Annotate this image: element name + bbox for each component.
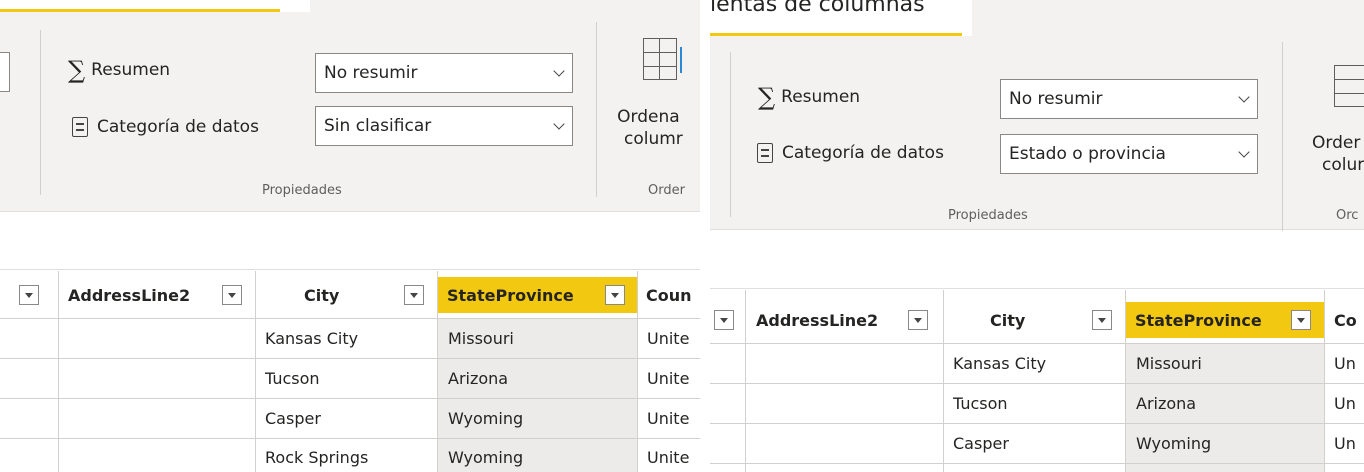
filter-dropdown-icon[interactable] [222,285,242,305]
column-header-addressline2[interactable]: AddressLine2 [68,281,190,309]
sigma-icon: ∑ [758,83,776,111]
data-category-label: Categoría de datos [782,143,944,163]
data-category-dropdown[interactable]: Sin clasificar [315,106,573,146]
formula-bar[interactable] [710,231,1364,289]
column-header-city[interactable]: City [990,306,1025,334]
filter-dropdown-icon[interactable] [908,310,928,330]
table-cell-state[interactable]: Missouri [1126,344,1324,383]
properties-group-label: Propiedades [948,208,1028,223]
group-separator [730,52,731,217]
table-cell-city[interactable]: Kansas City [255,319,437,358]
filter-dropdown-icon[interactable] [19,285,39,305]
table-cell-country[interactable]: Un [1324,344,1364,383]
table-cell-state[interactable]: Wyoming [438,399,637,438]
summary-dropdown[interactable]: No resumir [315,53,573,93]
sort-by-column-label[interactable]: Ordena columr [614,106,683,150]
group-separator [40,30,41,195]
chevron-down-icon [1238,146,1250,158]
data-category-dropdown-value: Sin clasificar [324,116,432,136]
sort-by-column-label[interactable]: Order colur [1312,132,1364,176]
filter-dropdown-icon[interactable] [1291,310,1311,330]
sort-by-column-icon[interactable] [643,38,682,80]
column-header-country[interactable]: Co [1334,306,1357,334]
sort-label-line1: Order [1312,133,1361,153]
table-cell-city[interactable]: Tucson [943,384,1125,423]
data-table: AddressLine2 City StateProvince Coun Kan… [0,271,700,472]
properties-group-label: Propiedades [262,183,342,198]
table-cell-country[interactable]: Unite [637,359,700,398]
sigma-icon: ∑ [68,56,86,84]
column-header-city[interactable]: City [304,281,339,309]
table-cell-city[interactable]: Kansas City [943,344,1125,383]
data-category-icon [72,117,88,137]
table-cell-state[interactable]: Arizona [1126,384,1324,423]
table-cell-country[interactable]: Unite [637,439,700,472]
filter-dropdown-icon[interactable] [404,285,424,305]
filter-dropdown-icon[interactable] [605,285,625,305]
table-cell-country[interactable]: Unite [637,319,700,358]
data-table: AddressLine2 City StateProvince Co Kansa… [710,290,1364,472]
chevron-down-icon [553,118,565,130]
summary-dropdown-value: No resumir [324,63,418,83]
sort-group-label: Orc [1336,208,1359,223]
table-cell-city[interactable]: Casper [943,424,1125,463]
column-header-country[interactable]: Coun [646,281,692,309]
chevron-down-icon [553,65,565,77]
summary-row: ∑ Resumen [758,85,860,109]
table-cell-state[interactable]: Missouri [438,319,637,358]
left-screenshot-panel: ∑ Resumen No resumir Categoría de datos … [0,0,700,472]
data-category-dropdown[interactable]: Estado o provincia [1000,134,1258,174]
table-cell-city[interactable]: Rock Springs [255,439,437,472]
sort-group-label: Order [648,183,685,198]
sort-label-line1: Ordena [617,107,680,127]
ribbon-tab-column-tools[interactable]: ientas de columnas [710,0,925,16]
summary-dropdown-value: No resumir [1009,89,1103,109]
active-tab-indicator [710,33,962,36]
table-cell-country[interactable]: Un [1324,384,1364,423]
table-cell-state[interactable]: Arizona [438,359,637,398]
active-tab-indicator [0,9,280,12]
table-cell-country[interactable]: Un [1324,424,1364,463]
filter-dropdown-icon[interactable] [714,310,734,330]
data-category-row: Categoría de datos [757,143,944,163]
data-category-label: Categoría de datos [97,117,259,137]
column-divider [58,271,59,472]
partial-dropdown[interactable] [0,52,10,92]
summary-label: Resumen [781,87,861,107]
sort-label-line2: colur [1322,155,1364,175]
row-divider [710,463,1364,464]
sort-label-line2: columr [624,129,683,149]
table-cell-city[interactable]: Tucson [255,359,437,398]
summary-row: ∑ Resumen [68,58,170,82]
right-screenshot-panel: ientas de columnas ∑ Resumen No resumir … [710,0,1364,472]
chevron-down-icon [1238,91,1250,103]
ribbon: ientas de columnas ∑ Resumen No resumir … [710,0,1364,232]
formula-bar[interactable] [0,213,700,270]
table-cell-country[interactable]: Unite [637,399,700,438]
data-category-dropdown-value: Estado o provincia [1009,144,1166,164]
column-divider [745,290,746,472]
panel-gap [700,0,710,472]
table-cell-state[interactable]: Wyoming [1126,424,1324,463]
data-category-icon [757,143,773,163]
group-separator [596,22,597,197]
summary-dropdown[interactable]: No resumir [1000,79,1258,119]
table-cell-state[interactable]: Wyoming [438,439,637,472]
filter-dropdown-icon[interactable] [1092,310,1112,330]
sort-by-column-icon[interactable] [1334,65,1364,107]
column-header-addressline2[interactable]: AddressLine2 [756,306,878,334]
summary-label: Resumen [91,60,171,80]
data-category-row: Categoría de datos [72,117,259,137]
ribbon: ∑ Resumen No resumir Categoría de datos … [0,0,700,212]
table-cell-city[interactable]: Casper [255,399,437,438]
group-separator [1282,42,1283,232]
